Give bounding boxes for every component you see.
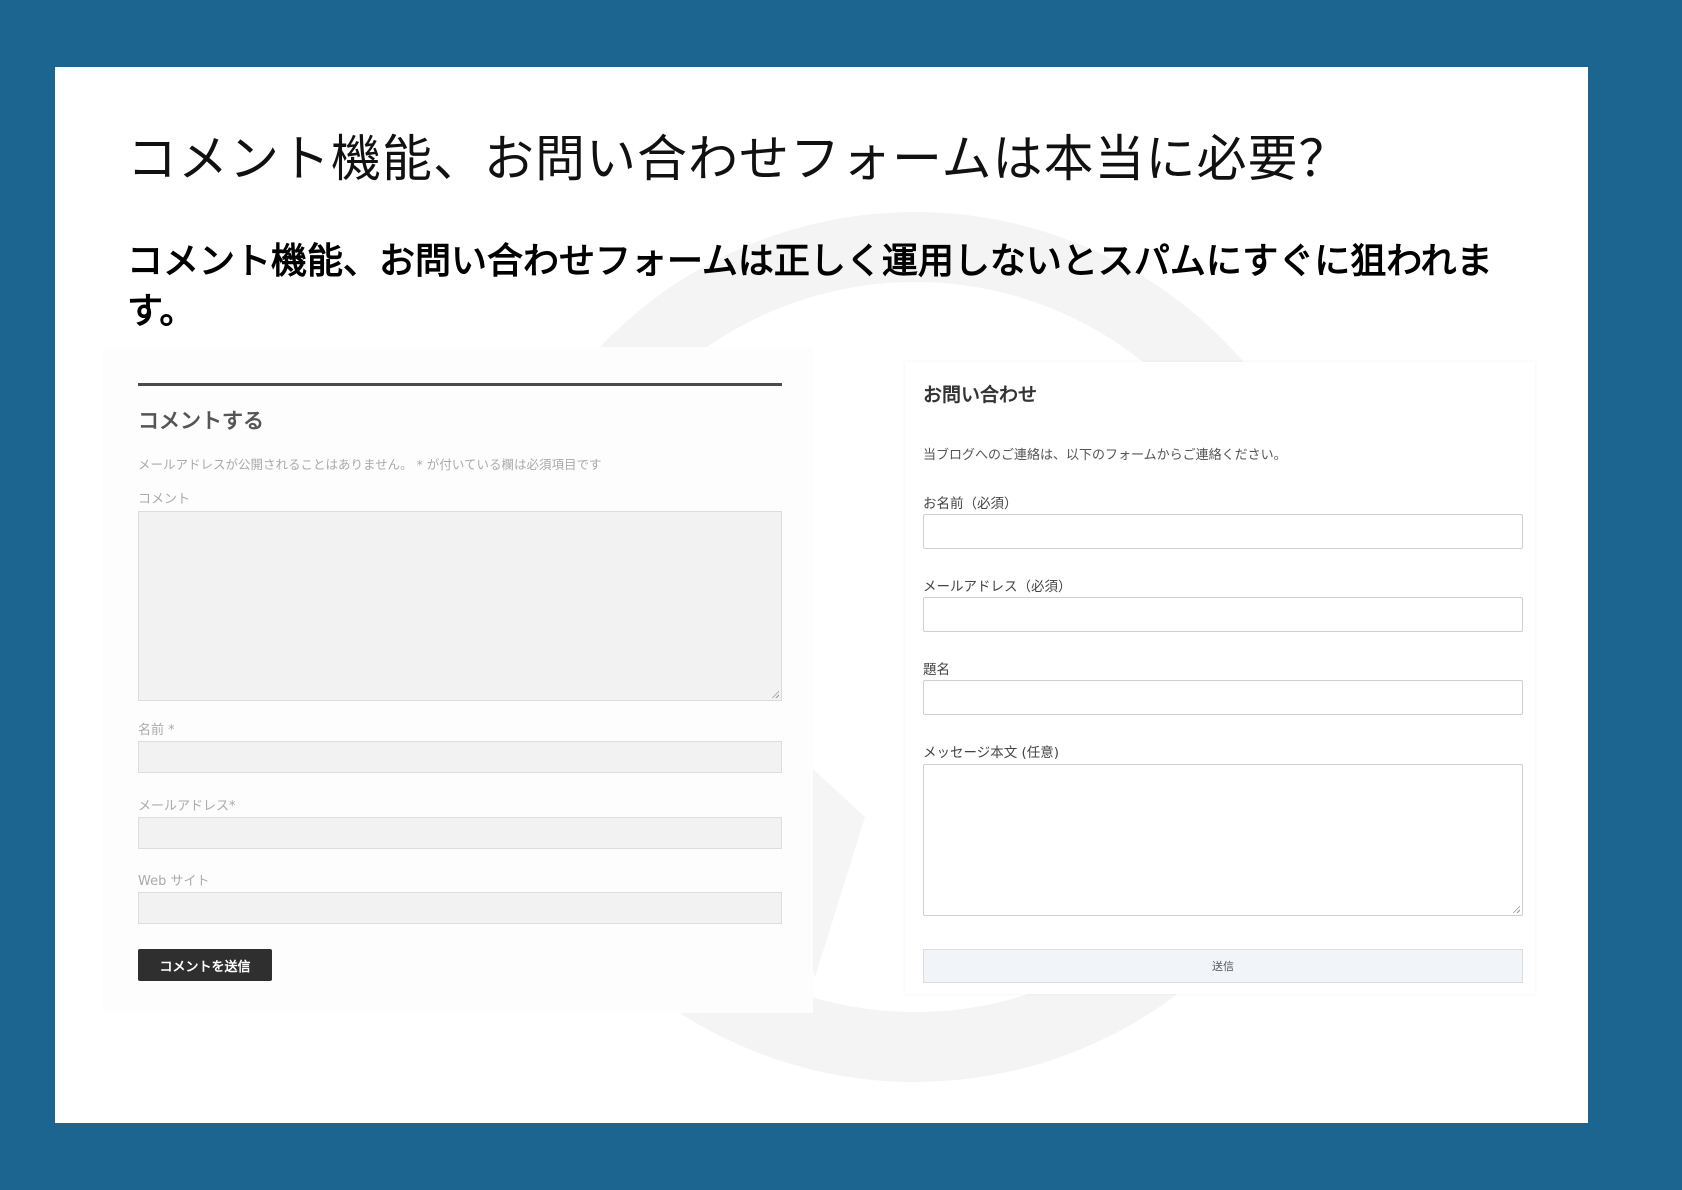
name-input[interactable] (138, 741, 782, 773)
divider (138, 383, 782, 386)
slide-title: コメント機能、お問い合わせフォームは本当に必要？ (127, 130, 1350, 188)
email-input[interactable] (138, 817, 782, 849)
email-label: メールアドレス* (138, 799, 236, 814)
send-button[interactable]: 送信 (923, 949, 1523, 983)
contact-name-label: お名前（必須） (923, 496, 1018, 512)
slide-subtitle: コメント機能、お問い合わせフォームは正しく運用しないとスパムにすぐに狙われます。 (127, 241, 1493, 332)
comment-form: コメントする メールアドレスが公開されることはありません。 * が付いている欄は… (103, 347, 813, 1013)
subject-input[interactable] (923, 680, 1523, 715)
resize-handle-icon[interactable] (771, 690, 779, 698)
subject-label: 題名 (923, 662, 950, 678)
name-label: 名前 * (138, 723, 175, 738)
contact-form-heading: お問い合わせ (923, 384, 1038, 406)
comment-textarea[interactable] (138, 511, 782, 701)
contact-intro: 当ブログへのご連絡は、以下のフォームからご連絡ください。 (923, 448, 1287, 463)
contact-email-input[interactable] (923, 597, 1523, 632)
contact-name-input[interactable] (923, 514, 1523, 549)
contact-form: お問い合わせ 当ブログへのご連絡は、以下のフォームからご連絡ください。 お名前（… (905, 362, 1535, 994)
resize-handle-icon[interactable] (1512, 905, 1520, 913)
comment-label: コメント (138, 492, 191, 507)
slide: コメント機能、お問い合わせフォームは本当に必要？ コメント機能、お問い合わせフォ… (55, 67, 1588, 1123)
contact-email-label: メールアドレス（必須） (923, 579, 1072, 595)
message-label: メッセージ本文 (任意) (923, 745, 1060, 761)
website-label: Web サイト (138, 874, 210, 889)
required-note: メールアドレスが公開されることはありません。 * が付いている欄は必須項目です (138, 457, 602, 472)
website-input[interactable] (138, 892, 782, 924)
submit-comment-button[interactable]: コメントを送信 (138, 949, 272, 981)
comment-form-heading: コメントする (138, 409, 264, 433)
message-textarea[interactable] (923, 764, 1523, 916)
